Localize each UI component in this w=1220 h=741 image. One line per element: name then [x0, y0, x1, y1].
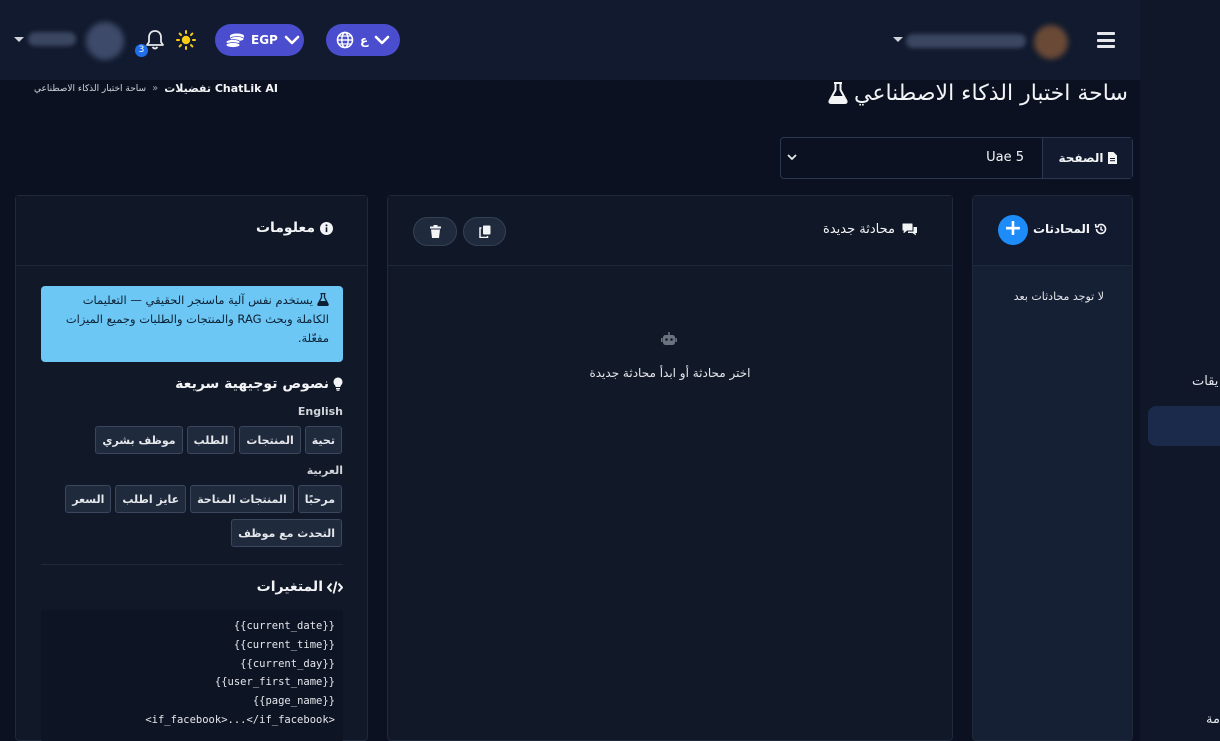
- variable-item: {{current_time}}: [233, 638, 335, 651]
- breadcrumb-link[interactable]: تفضيلات ChatLik AI: [164, 82, 278, 95]
- coins-icon: [225, 33, 245, 48]
- page-select-group: Uae 5 الصفحة: [780, 137, 1133, 179]
- sidebar-item-label[interactable]: مة: [1206, 712, 1220, 727]
- page-select-label-text: الصفحة: [1058, 151, 1104, 165]
- user-avatar[interactable]: [86, 22, 124, 60]
- breadcrumb-separator: »: [152, 83, 159, 94]
- quick-prompt-chip[interactable]: السعر: [65, 485, 112, 513]
- arabic-prompts-row: التحدث مع موظف: [231, 519, 342, 547]
- delete-button[interactable]: [413, 217, 457, 246]
- sidebar-item-active[interactable]: [1148, 406, 1220, 446]
- info-panel: معلومات يستخدم نفس آلية ماسنجر الحقيقي —…: [15, 195, 368, 741]
- breadcrumb: ساحة اختبار الذكاء الاصطناعي » تفضيلات C…: [34, 82, 278, 95]
- variables-title-text: المتغيرات: [256, 579, 323, 595]
- arabic-prompts-label: العربية: [306, 464, 343, 477]
- page-title-text: ساحة اختبار الذكاء الاصطناعي: [854, 80, 1128, 106]
- page-select-value: Uae 5: [986, 150, 1024, 165]
- section-divider: [41, 564, 343, 565]
- menu-toggle-icon[interactable]: [1097, 32, 1115, 48]
- chat-title-text: محادثة جديدة: [823, 222, 895, 237]
- user-menu-caret-icon[interactable]: [14, 37, 24, 42]
- currency-label: EGP: [251, 33, 278, 47]
- chevron-down-icon: [284, 35, 300, 45]
- variables-title: المتغيرات: [257, 579, 343, 595]
- right-sidebar: يقات مة: [1140, 0, 1220, 741]
- info-alert-text: يستخدم نفس آلية ماسنجر الحقيقي — التعليم…: [65, 293, 329, 345]
- quick-prompt-chip[interactable]: الطلب: [186, 426, 236, 454]
- flask-icon: [317, 293, 329, 306]
- file-icon: [1107, 152, 1117, 164]
- page-select[interactable]: Uae 5: [781, 138, 1042, 178]
- language-label: ع: [360, 33, 369, 47]
- page-name-redacted[interactable]: [906, 34, 1026, 48]
- variable-item: {{page_name}}: [252, 695, 335, 708]
- comments-icon: [902, 223, 917, 236]
- notification-badge: 3: [135, 44, 148, 57]
- chevron-down-icon: [374, 35, 390, 45]
- info-alert: يستخدم نفس آلية ماسنجر الحقيقي — التعليم…: [41, 286, 343, 362]
- quick-prompt-chip[interactable]: تحية: [304, 426, 342, 454]
- chat-empty-text: اختر محادثة أو ابدأ محادثة جديدة: [589, 366, 751, 380]
- quick-prompt-chip[interactable]: عايز اطلب: [115, 485, 187, 513]
- chat-title: محادثة جديدة: [823, 222, 918, 237]
- history-icon: [1094, 223, 1107, 235]
- top-bar: 3 EGP ع: [0, 0, 1140, 80]
- copy-button[interactable]: [463, 217, 506, 246]
- quick-prompts-title-text: نصوص توجيهية سريعة: [175, 376, 329, 392]
- chevron-down-icon: [787, 154, 797, 161]
- page-select-label: الصفحة: [1042, 138, 1132, 178]
- conversations-header: المحادثات +: [973, 196, 1132, 266]
- chat-panel: محادثة جديدة اختر محادثة أو ابدأ محادثة …: [387, 195, 953, 741]
- page-menu-caret-icon[interactable]: [893, 37, 903, 42]
- breadcrumb-current: ساحة اختبار الذكاء الاصطناعي: [34, 83, 147, 94]
- variables-list: {{current_date}} {{current_time}} {{curren…: [41, 610, 343, 741]
- conversations-title-text: المحادثات: [1032, 222, 1090, 236]
- quick-prompts-title: نصوص توجيهية سريعة: [175, 376, 343, 392]
- quick-prompt-chip[interactable]: مرحبًا: [297, 485, 342, 513]
- trash-icon: [429, 225, 441, 238]
- info-title: معلومات: [256, 220, 333, 236]
- english-prompts-label: English: [297, 405, 343, 418]
- currency-selector[interactable]: EGP: [215, 24, 304, 56]
- copy-icon: [478, 225, 490, 238]
- lightbulb-icon: [333, 377, 343, 391]
- variable-item: {{current_date}}: [233, 620, 335, 632]
- theme-toggle-sun-icon[interactable]: [176, 30, 196, 50]
- info-title-text: معلومات: [255, 220, 315, 236]
- conversations-empty-text: لا توجد محادثات بعد: [1013, 290, 1104, 303]
- info-header: معلومات: [16, 196, 367, 266]
- quick-prompt-chip[interactable]: المنتجات: [239, 426, 301, 454]
- conversations-title: المحادثات: [1033, 222, 1108, 236]
- user-name-redacted[interactable]: [28, 32, 76, 46]
- robot-icon: [661, 332, 677, 345]
- variable-item: <if_facebook>...</if_facebook>: [145, 713, 335, 726]
- quick-prompt-chip[interactable]: التحدث مع موظف: [231, 519, 342, 547]
- sidebar-item-label[interactable]: يقات: [1192, 374, 1218, 389]
- english-prompts-row: تحية المنتجات الطلب موظف بشري: [95, 426, 342, 454]
- variable-item: {{user_first_name}}: [214, 676, 335, 689]
- conversations-panel: المحادثات + لا توجد محادثات بعد: [972, 195, 1133, 741]
- globe-icon: [336, 31, 354, 49]
- code-icon: [327, 580, 343, 594]
- info-icon: [320, 221, 333, 235]
- arabic-prompts-row: مرحبًا المنتجات المتاحة عايز اطلب السعر: [65, 485, 342, 513]
- flask-icon: [828, 82, 848, 104]
- page-title: ساحة اختبار الذكاء الاصطناعي: [828, 78, 1138, 108]
- quick-prompt-chip[interactable]: موظف بشري: [95, 426, 183, 454]
- language-selector[interactable]: ع: [326, 24, 400, 56]
- quick-prompt-chip[interactable]: المنتجات المتاحة: [190, 485, 294, 513]
- variable-item: {{current_day}}: [240, 657, 335, 670]
- chat-header: محادثة جديدة: [388, 196, 952, 266]
- page-avatar[interactable]: [1034, 25, 1068, 59]
- add-conversation-button[interactable]: +: [998, 215, 1028, 245]
